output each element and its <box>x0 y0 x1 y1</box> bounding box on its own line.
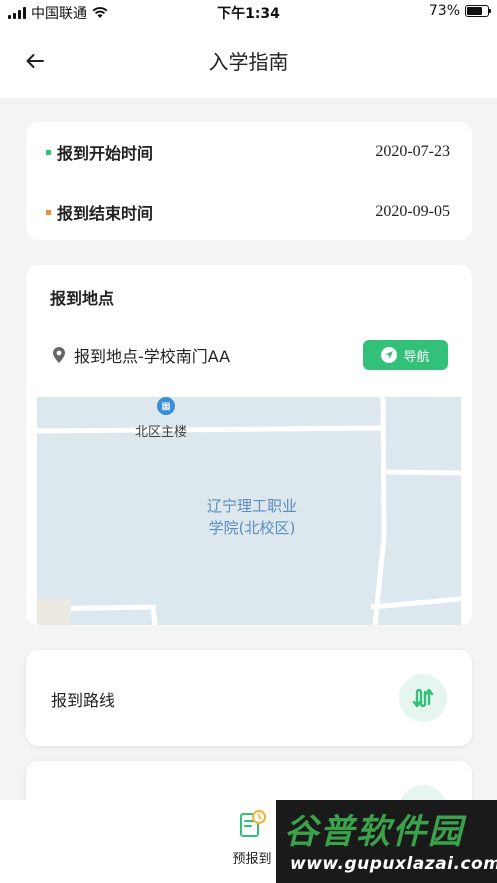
status-bar: 中国联通 下午1:34 73% <box>0 0 497 24</box>
start-date-value: 2020-07-23 <box>375 143 450 160</box>
registration-dates-card: 报到开始时间 2020-07-23 报到结束时间 2020-09-05 <box>26 122 472 240</box>
building-marker-icon[interactable]: ▦ <box>157 397 175 415</box>
start-dot-icon <box>46 149 51 155</box>
navigate-arrow-icon <box>381 347 398 363</box>
map-building-label: 北区主楼 <box>135 425 188 440</box>
route-icon <box>399 674 447 722</box>
registration-route-card[interactable]: 报到路线 <box>26 650 472 746</box>
location-pin-icon <box>53 347 65 363</box>
end-date-label: 报到结束时间 <box>57 204 154 223</box>
map-campus-label: 辽宁理工职业 学院(北校区) <box>192 495 312 539</box>
battery-percent: 73% <box>428 3 460 19</box>
status-right: 73% <box>428 3 491 19</box>
pre-registration-icon <box>240 810 266 837</box>
location-map[interactable]: ▦ 北区主楼 辽宁理工职业 学院(北校区) <box>37 397 461 625</box>
watermark-url: www.gupuxlazai.com <box>290 854 497 874</box>
map-campus-label-line1: 辽宁理工职业 <box>206 497 297 515</box>
watermark-title: 谷普软件园 <box>284 812 464 852</box>
map-campus-label-line2: 学院(北校区) <box>208 519 296 537</box>
start-date-label-group: 报到开始时间 <box>46 140 153 164</box>
start-date-label: 报到开始时间 <box>57 144 154 163</box>
status-time: 下午1:34 <box>217 6 280 22</box>
tab-pre-registration[interactable]: 预报到 <box>222 808 282 867</box>
location-address: 报到地点-学校南门AA <box>74 347 231 366</box>
navigate-button[interactable]: 导航 <box>363 340 448 370</box>
route-label: 报到路线 <box>51 691 116 710</box>
end-date-value: 2020-09-05 <box>375 203 450 220</box>
battery-fill <box>467 7 482 15</box>
tab-pre-registration-label: 预报到 <box>232 852 272 867</box>
end-date-label-group: 报到结束时间 <box>46 200 153 224</box>
end-dot-icon <box>46 209 51 215</box>
navigation-bar: 入学指南 <box>0 24 497 98</box>
location-address-row: 报到地点-学校南门AA <box>52 343 230 367</box>
start-date-row: 报到开始时间 2020-07-23 <box>46 140 450 164</box>
navigate-label: 导航 <box>403 349 430 365</box>
page-title: 入学指南 <box>208 50 289 74</box>
battery-icon <box>465 5 491 17</box>
registration-location-card: 报到地点 报到地点-学校南门AA 导航 ▦ 北区主楼 辽宁理工职业 学院(北校区… <box>26 265 472 625</box>
site-watermark: 谷普软件园 www.gupuxlazai.com <box>276 800 497 883</box>
end-date-row: 报到结束时间 2020-09-05 <box>46 200 450 224</box>
location-title: 报到地点 <box>50 289 115 308</box>
